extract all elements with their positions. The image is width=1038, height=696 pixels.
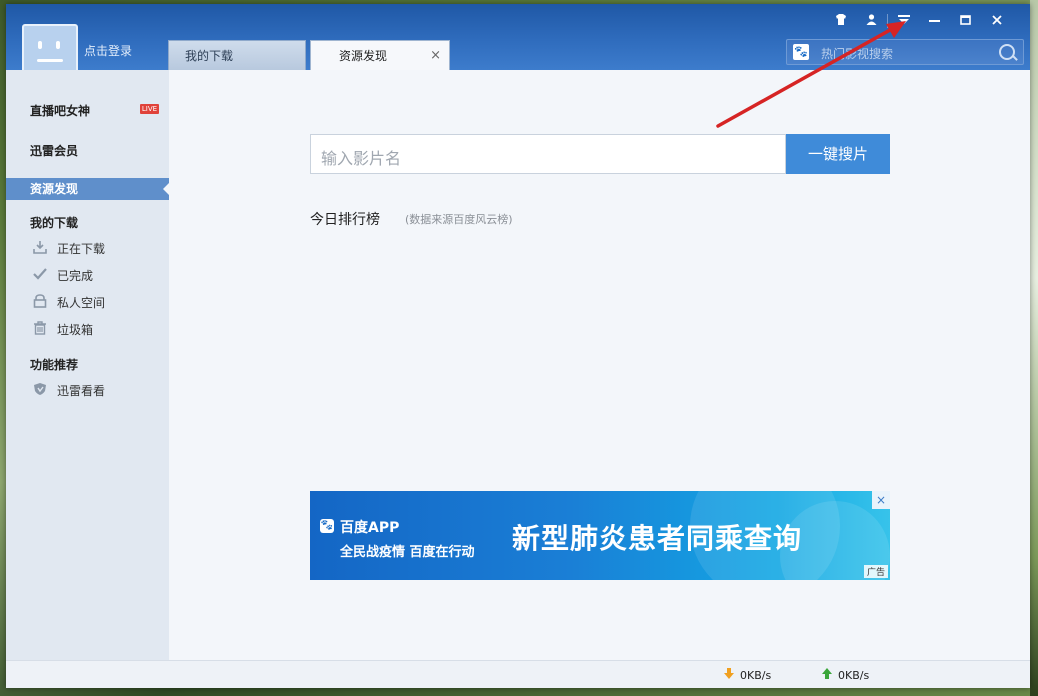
annotation-arrow (716, 21, 906, 128)
